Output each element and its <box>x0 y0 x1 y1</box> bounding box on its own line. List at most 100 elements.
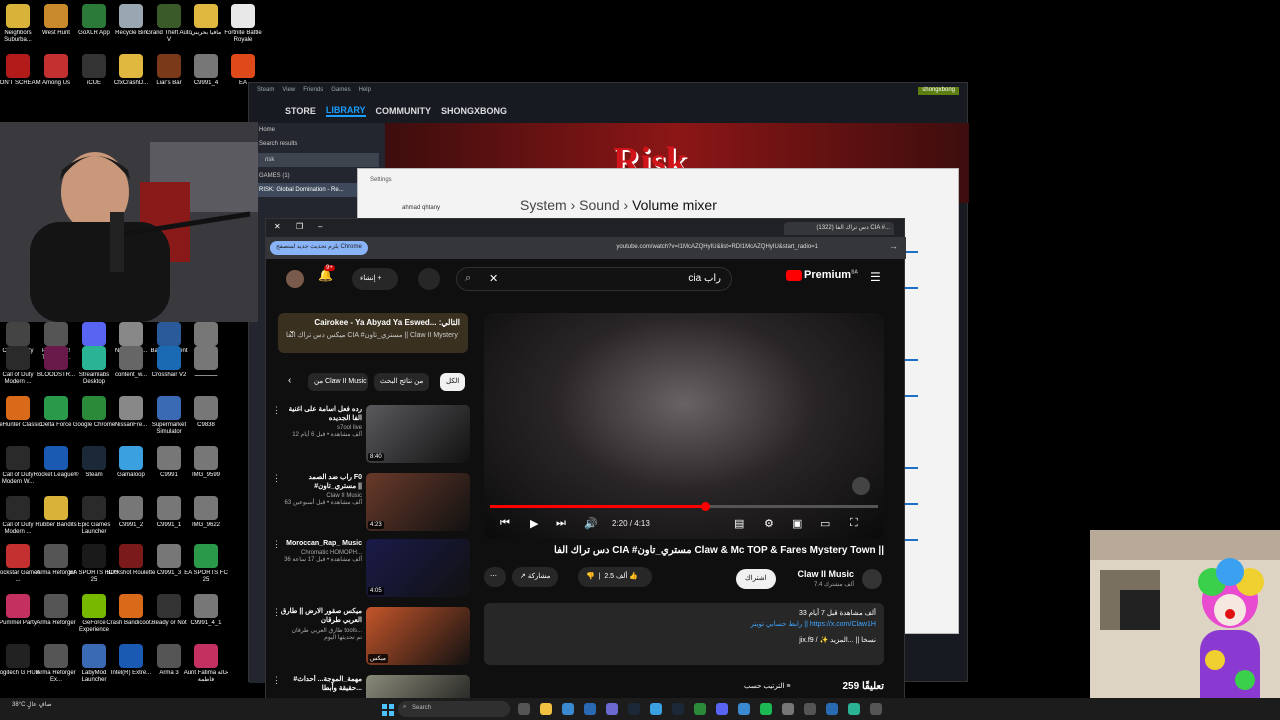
clear-search-icon[interactable]: ✕ <box>489 272 498 285</box>
desktop-icon[interactable]: C9838 <box>181 396 231 429</box>
widgets-icon[interactable] <box>562 703 574 715</box>
breadcrumb-sound[interactable]: Sound <box>579 197 619 213</box>
back-icon[interactable]: → <box>889 241 898 251</box>
sort-comments-button[interactable]: الترتيب حسب ≡ <box>744 682 790 690</box>
discord-icon[interactable] <box>716 703 728 715</box>
chrome-update-button[interactable]: يلزم تحديث جديد لمتصفح Chrome <box>270 241 368 255</box>
menu-icon[interactable]: ☰ <box>870 270 881 284</box>
like-dislike-button[interactable]: 👎 | 2.5 ألف 👍 <box>578 567 652 587</box>
desktop-icon[interactable]: EA SPORTS FC 25 <box>181 544 231 584</box>
steam-menu-help[interactable]: Help <box>359 87 371 95</box>
miniplayer-icon[interactable]: ▣ <box>792 517 802 530</box>
recommendation-item[interactable]: 4:05 ⋮ Moroccan_Rap_ Music Chromatic HOMOPH… <box>272 539 470 601</box>
steam-nav-profile[interactable]: SHONGXBONG <box>441 106 507 116</box>
video-thumbnail[interactable]: ميكس <box>366 607 470 665</box>
video-description[interactable]: 33 ألف مشاهدة قبل 7 أيام رابط حسابي تويت… <box>484 603 884 665</box>
captions-icon[interactable]: ▤ <box>734 517 744 530</box>
mail-icon[interactable] <box>584 703 596 715</box>
search-input[interactable]: ⌕ ✕ cia راب <box>456 267 732 291</box>
video-thumbnail[interactable]: 4:05 <box>366 539 470 597</box>
create-button[interactable]: إنشاء + <box>352 268 398 290</box>
restore-window-icon[interactable]: ❐ <box>296 222 303 231</box>
avatar[interactable] <box>286 270 304 288</box>
next-icon[interactable]: ⏭ <box>556 517 566 530</box>
edge-icon[interactable] <box>738 703 750 715</box>
progress-knob[interactable] <box>700 502 710 511</box>
desktop-icon[interactable]: C9991_4_1 <box>181 594 231 627</box>
playlist-panel[interactable]: ⌄ Cairokee - Ya Abyad Ya Eswed... :التال… <box>278 313 468 353</box>
more-options-icon[interactable]: ⋮ <box>272 405 281 416</box>
chip-channel[interactable]: من Claw II Music <box>308 373 368 391</box>
steam-icon[interactable] <box>628 703 640 715</box>
steam-nav-library[interactable]: LIBRARY <box>325 105 366 117</box>
theater-mode-icon[interactable]: ▭ <box>820 517 830 530</box>
task-view-icon[interactable] <box>518 703 530 715</box>
start-windows-icon[interactable] <box>382 703 394 716</box>
channel-watermark-icon[interactable] <box>852 477 870 495</box>
streamlabs-icon[interactable] <box>848 703 860 715</box>
app-icon[interactable] <box>870 703 882 715</box>
channel-name[interactable]: Claw II Music <box>797 569 854 579</box>
browser-tab-youtube[interactable]: (1322) دس تراك الفا CIA #... <box>784 222 894 235</box>
desktop-icon[interactable]: Aunt Fatima خالة فاطمة <box>181 644 231 684</box>
play-icon[interactable]: ▶ <box>530 517 538 530</box>
taskbar-search[interactable]: ⌕ Search <box>398 701 510 717</box>
steam-side-search-input[interactable]: risk <box>255 153 379 167</box>
volume-icon[interactable]: 🔊 <box>584 517 598 530</box>
store-icon[interactable] <box>606 703 618 715</box>
steam-taskbar-icon[interactable] <box>672 703 684 715</box>
more-options-icon[interactable]: ⋮ <box>272 473 281 484</box>
more-actions-icon[interactable]: ⋯ <box>484 567 506 587</box>
desktop-icon[interactable]: ـــــــــــــ <box>181 346 231 379</box>
previous-icon[interactable]: ⏮ <box>500 517 510 530</box>
recommendation-item[interactable]: ميكس ⋮ ميكس صقور الارض || طارق العربي طرقا… <box>272 607 470 669</box>
steam-side-home[interactable]: Home <box>249 123 385 137</box>
chevron-down-icon[interactable]: ⌄ <box>288 325 296 336</box>
recommendation-item[interactable]: 8:40 ⋮ رده فعل اسامة على اغنية الفا الجديد… <box>272 405 470 467</box>
more-options-icon[interactable]: ⋮ <box>272 607 281 618</box>
app-icon[interactable] <box>826 703 838 715</box>
chrome-icon[interactable] <box>694 703 706 715</box>
steam-menu-steam[interactable]: Steam <box>257 87 274 95</box>
steam-nav-store[interactable]: STORE <box>285 106 316 116</box>
fullscreen-icon[interactable]: ⛶ <box>850 517 858 530</box>
search-icon[interactable]: ⌕ <box>465 272 471 285</box>
video-thumbnail[interactable]: 4:23 <box>366 473 470 531</box>
chip-search-results[interactable]: من نتائج البحث <box>374 373 430 391</box>
desktop-icon[interactable]: IMG_9622 <box>181 496 231 529</box>
app-icon[interactable] <box>804 703 816 715</box>
weather-widget[interactable]: 38°C صافٍ عالٍ <box>12 701 52 708</box>
steam-menu-friends[interactable]: Friends <box>303 87 323 95</box>
breadcrumb-system[interactable]: System <box>520 197 567 213</box>
chevron-left-icon[interactable]: ‹ <box>288 375 291 386</box>
chip-all[interactable]: الكل <box>440 373 466 391</box>
desktop-icon[interactable]: IMG_9599 <box>181 446 231 479</box>
settings-gear-icon[interactable]: ⚙ <box>764 517 774 530</box>
spotify-icon[interactable] <box>760 703 772 715</box>
file-explorer-icon[interactable] <box>540 703 552 715</box>
steam-nav-community[interactable]: COMMUNITY <box>376 106 432 116</box>
video-player[interactable]: ⏮ ▶ ⏭ 🔊 2:20 / 4:13 ▤ ⚙ ▣ ▭ ⛶ <box>484 313 884 539</box>
steam-side-search-results[interactable]: Search results <box>249 137 385 151</box>
minimize-window-icon[interactable]: – <box>318 222 322 231</box>
edge-icon[interactable] <box>650 703 662 715</box>
share-button[interactable]: ↗ مشاركة <box>512 567 559 587</box>
url-field[interactable]: youtube.com/watch?v=I1McAZQHyIU&list=RDI… <box>456 241 826 255</box>
steam-account[interactable]: shongxbong <box>918 87 959 95</box>
steam-menu-games[interactable]: Games <box>331 87 350 95</box>
recommendation-item[interactable]: 4:23 ⋮ راب ضد الصمد F0 #مستري_تاون || Claw … <box>272 473 470 535</box>
description-link[interactable]: رابط حسابي تويتر || https://x.com/Claw1H <box>492 620 876 628</box>
voice-search-icon[interactable] <box>418 268 440 290</box>
desktop-icon[interactable]: Fortnite Battle Royale <box>218 4 268 44</box>
app-icon[interactable] <box>782 703 794 715</box>
more-options-icon[interactable]: ⋮ <box>272 539 281 550</box>
steam-menu-view[interactable]: View <box>282 87 295 95</box>
more-options-icon[interactable]: ⋮ <box>272 675 281 686</box>
video-thumbnail[interactable]: 8:40 <box>366 405 470 463</box>
youtube-premium-logo[interactable]: PremiumSA <box>786 269 858 281</box>
progress-bar[interactable] <box>490 502 878 511</box>
channel-avatar[interactable] <box>862 569 882 589</box>
subscribe-button[interactable]: اشتراك <box>736 569 776 589</box>
description-more[interactable]: jix.f9 / ✨ نسخا || ...المزيد <box>492 636 876 644</box>
close-window-icon[interactable]: ✕ <box>274 222 281 231</box>
